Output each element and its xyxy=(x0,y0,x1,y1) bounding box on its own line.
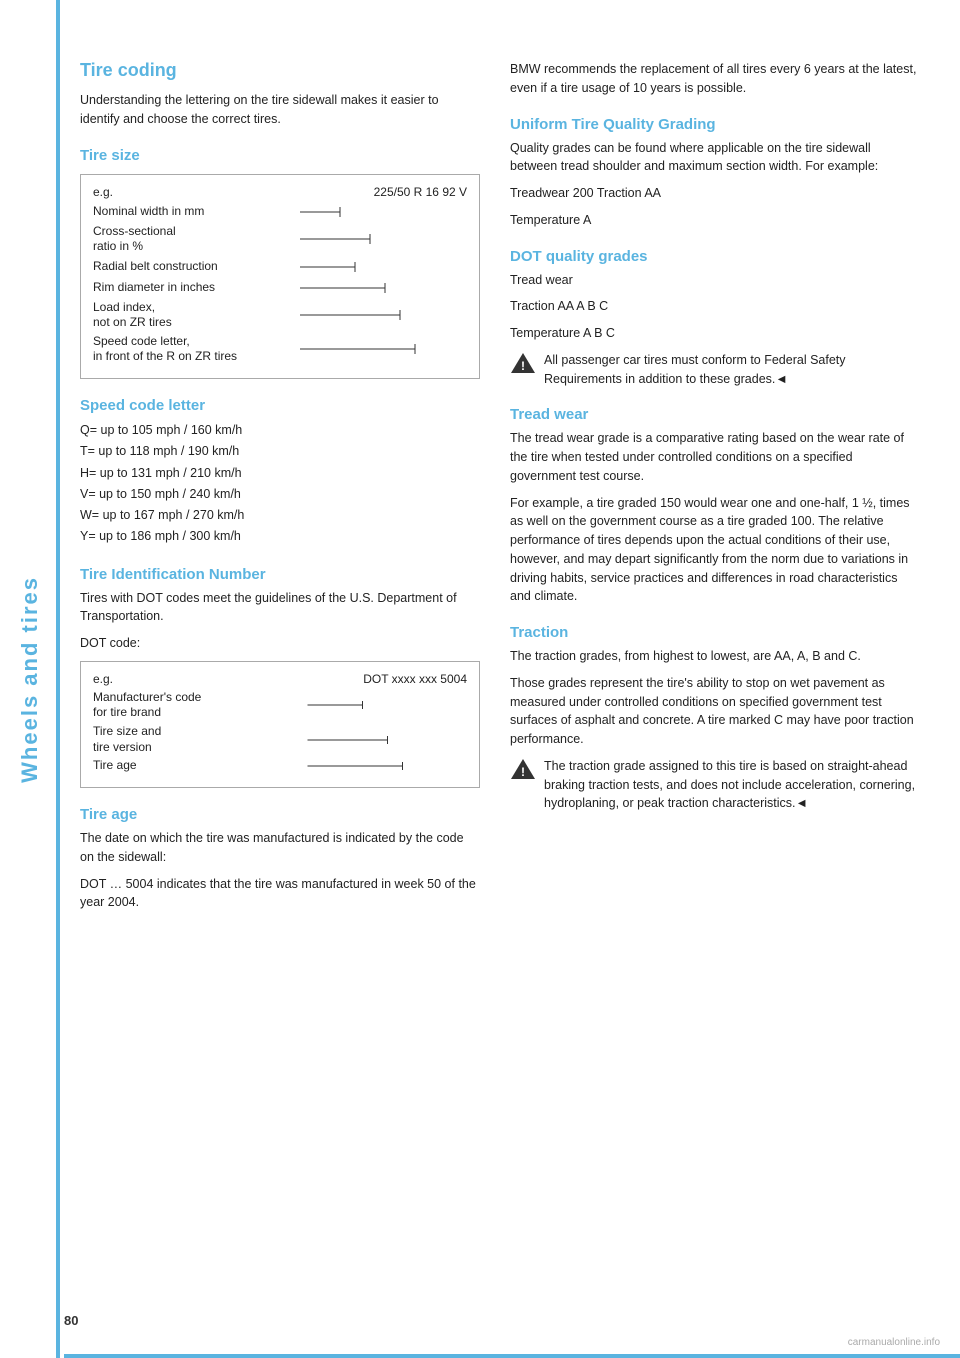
watermark: carmanualonline.info xyxy=(848,1337,940,1348)
tire-row-1: Nominal width in mm xyxy=(93,203,467,221)
sidebar-label: Wheels and tires xyxy=(17,576,43,783)
tire-line-5 xyxy=(253,306,467,324)
tire-size-diagram: e.g. 225/50 R 16 92 V Nominal width in m… xyxy=(80,174,480,380)
dot-label-2: Tire size andtire version xyxy=(93,724,248,755)
traction-title: Traction xyxy=(510,624,920,641)
dot-diagram: e.g. DOT xxxx xxx 5004 Manufacturer's co… xyxy=(80,661,480,788)
tread-wear-title: Tread wear xyxy=(510,406,920,423)
tin-para1: Tires with DOT codes meet the guidelines… xyxy=(80,589,480,627)
warning-triangle-icon: ! xyxy=(510,352,536,379)
dot-eg-row: e.g. DOT xxxx xxx 5004 xyxy=(93,672,467,686)
dot-row-2: Tire size andtire version xyxy=(93,724,467,755)
tire-label-6: Speed code letter,in front of the R on Z… xyxy=(93,334,253,365)
uniform-treadwear: Treadwear 200 Traction AA xyxy=(510,184,920,203)
dot-tread: Tread wear xyxy=(510,271,920,290)
traction-warning-box: ! The traction grade assigned to this ti… xyxy=(510,757,920,813)
dot-temp: Temperature A B C xyxy=(510,324,920,343)
tin-title: Tire Identification Number xyxy=(80,566,480,583)
dot-line-2 xyxy=(248,732,467,748)
dot-label-3: Tire age xyxy=(93,758,248,774)
main-content: Tire coding Understanding the lettering … xyxy=(60,0,960,1358)
tire-row-6: Speed code letter,in front of the R on Z… xyxy=(93,334,467,365)
speed-code-title: Speed code letter xyxy=(80,397,480,414)
uniform-title: Uniform Tire Quality Grading xyxy=(510,116,920,133)
bottom-bar xyxy=(64,1354,960,1358)
dot-quality-title: DOT quality grades xyxy=(510,248,920,265)
svg-text:!: ! xyxy=(521,765,525,779)
sidebar-blue-bar xyxy=(56,0,60,1358)
tire-age-para2: DOT … 5004 indicates that the tire was m… xyxy=(80,875,480,913)
speed-v: V= up to 150 mph / 240 km/h xyxy=(80,484,480,505)
tire-eg-row: e.g. 225/50 R 16 92 V xyxy=(93,185,467,199)
right-column: BMW recommends the replacement of all ti… xyxy=(510,60,920,1298)
page-container: Wheels and tires Tire coding Understandi… xyxy=(0,0,960,1358)
svg-text:!: ! xyxy=(521,359,525,373)
tire-eg-value: 225/50 R 16 92 V xyxy=(374,185,467,199)
traction-para1: The traction grades, from highest to low… xyxy=(510,647,920,666)
dot-eg-label: e.g. xyxy=(93,672,113,686)
dot-warning-box: ! All passenger car tires must conform t… xyxy=(510,351,920,389)
speed-code-list: Q= up to 105 mph / 160 km/h T= up to 118… xyxy=(80,420,480,548)
tire-label-5: Load index,not on ZR tires xyxy=(93,300,253,331)
speed-t: T= up to 118 mph / 190 km/h xyxy=(80,441,480,462)
traction-para2: Those grades represent the tire's abilit… xyxy=(510,674,920,749)
dot-row-3: Tire age xyxy=(93,758,467,774)
dot-code-label: DOT code: xyxy=(80,634,480,653)
tread-wear-para1: The tread wear grade is a comparative ra… xyxy=(510,429,920,485)
tread-wear-para2: For example, a tire graded 150 would wea… xyxy=(510,494,920,607)
dot-label-1: Manufacturer's codefor tire brand xyxy=(93,690,248,721)
tire-line-1 xyxy=(253,203,467,221)
dot-warning-text: All passenger car tires must conform to … xyxy=(544,351,920,389)
sidebar: Wheels and tires xyxy=(0,0,60,1358)
dot-line-3 xyxy=(248,758,467,774)
tire-label-1: Nominal width in mm xyxy=(93,204,253,220)
tire-size-title: Tire size xyxy=(80,147,480,164)
speed-q: Q= up to 105 mph / 160 km/h xyxy=(80,420,480,441)
tire-line-6 xyxy=(253,340,467,358)
uniform-temp: Temperature A xyxy=(510,211,920,230)
speed-y: Y= up to 186 mph / 300 km/h xyxy=(80,526,480,547)
page-number: 80 xyxy=(64,1313,78,1328)
tire-row-5: Load index,not on ZR tires xyxy=(93,300,467,331)
tire-line-4 xyxy=(253,279,467,297)
left-column: Tire coding Understanding the lettering … xyxy=(80,60,480,1298)
tire-label-2: Cross-sectionalratio in % xyxy=(93,224,253,255)
tire-line-3 xyxy=(253,258,467,276)
tire-age-title: Tire age xyxy=(80,806,480,823)
tire-eg-label: e.g. xyxy=(93,185,113,199)
tire-row-3: Radial belt construction xyxy=(93,258,467,276)
speed-h: H= up to 131 mph / 210 km/h xyxy=(80,463,480,484)
intro-text: Understanding the lettering on the tire … xyxy=(80,91,480,129)
dot-eg-value: DOT xxxx xxx 5004 xyxy=(363,672,467,686)
dot-traction: Traction AA A B C xyxy=(510,297,920,316)
tire-line-2 xyxy=(253,230,467,248)
main-title: Tire coding xyxy=(80,60,480,81)
tire-row-2: Cross-sectionalratio in % xyxy=(93,224,467,255)
tire-label-3: Radial belt construction xyxy=(93,259,253,275)
uniform-para: Quality grades can be found where applic… xyxy=(510,139,920,177)
traction-warning-triangle-icon: ! xyxy=(510,758,536,785)
tire-row-4: Rim diameter in inches xyxy=(93,279,467,297)
speed-w: W= up to 167 mph / 270 km/h xyxy=(80,505,480,526)
dot-line-1 xyxy=(248,697,467,713)
tire-label-4: Rim diameter in inches xyxy=(93,280,253,296)
dot-row-1: Manufacturer's codefor tire brand xyxy=(93,690,467,721)
traction-warning-text: The traction grade assigned to this tire… xyxy=(544,757,920,813)
tire-age-para1: The date on which the tire was manufactu… xyxy=(80,829,480,867)
right-para1: BMW recommends the replacement of all ti… xyxy=(510,60,920,98)
